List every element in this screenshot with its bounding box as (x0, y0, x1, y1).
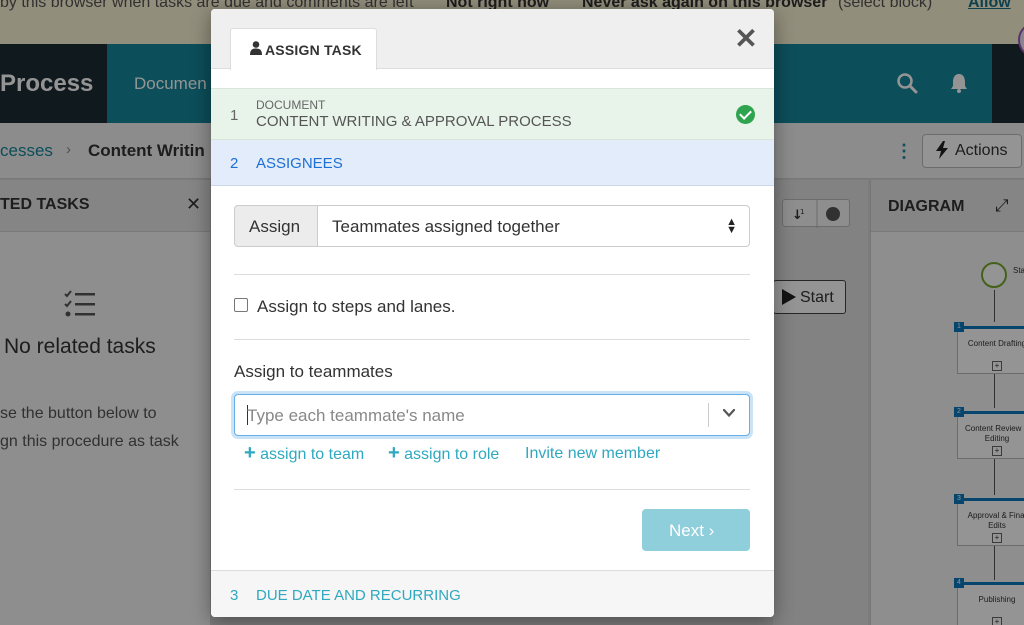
assign-task-modal: ASSIGN TASK ✕ 1 DOCUMENT CONTENT WRITING… (211, 9, 774, 617)
modal-header: ASSIGN TASK ✕ (211, 9, 774, 70)
step-due-date[interactable]: 3 DUE DATE AND RECURRING (211, 570, 774, 617)
plus-icon: + (244, 442, 256, 464)
assign-to-team-link[interactable]: + assign to team (244, 442, 365, 464)
assign-mode-value: Teammates assigned together (332, 217, 560, 236)
step-title: CONTENT WRITING & APPROVAL PROCESS (256, 113, 572, 130)
tab-label: ASSIGN TASK (265, 42, 362, 58)
close-icon[interactable]: ✕ (733, 25, 759, 53)
chevron-down-icon[interactable] (722, 406, 736, 420)
check-circle-icon (736, 105, 755, 124)
assign-mode-select[interactable]: Teammates assigned together ▲ ▼ (317, 205, 750, 247)
assign-to-team-label: assign to team (260, 446, 365, 463)
invite-member-link[interactable]: Invite new member (525, 445, 660, 463)
assign-addon-label: Assign (234, 205, 318, 247)
plus-icon: + (388, 442, 400, 464)
assign-to-role-link[interactable]: + assign to role (388, 442, 500, 464)
teammate-search-input[interactable]: Type each teammate's name (234, 394, 750, 436)
next-button[interactable]: Next › (642, 509, 750, 551)
steps-lanes-label[interactable]: Assign to steps and lanes. (257, 297, 455, 317)
input-separator (708, 403, 709, 427)
step-document[interactable]: 1 DOCUMENT CONTENT WRITING & APPROVAL PR… (211, 88, 774, 140)
assign-to-role-label: assign to role (404, 446, 500, 463)
tab-assign-task[interactable]: ASSIGN TASK (230, 28, 377, 70)
teammates-label: Assign to teammates (234, 362, 393, 381)
step-assignees[interactable]: 2 ASSIGNEES (211, 140, 774, 186)
user-icon (250, 41, 262, 55)
steps-lanes-checkbox[interactable] (234, 298, 248, 312)
step-caption: DOCUMENT (256, 98, 326, 112)
step-number: 1 (230, 107, 239, 124)
select-caret-icon: ▲ ▼ (726, 216, 737, 236)
teammate-placeholder: Type each teammate's name (247, 406, 465, 425)
divider (234, 339, 750, 340)
step-number: 2 (230, 155, 239, 172)
step-number: 3 (230, 587, 239, 604)
divider (234, 489, 750, 490)
divider (234, 274, 750, 275)
step-title: DUE DATE AND RECURRING (256, 587, 461, 604)
step-title: ASSIGNEES (256, 155, 343, 172)
